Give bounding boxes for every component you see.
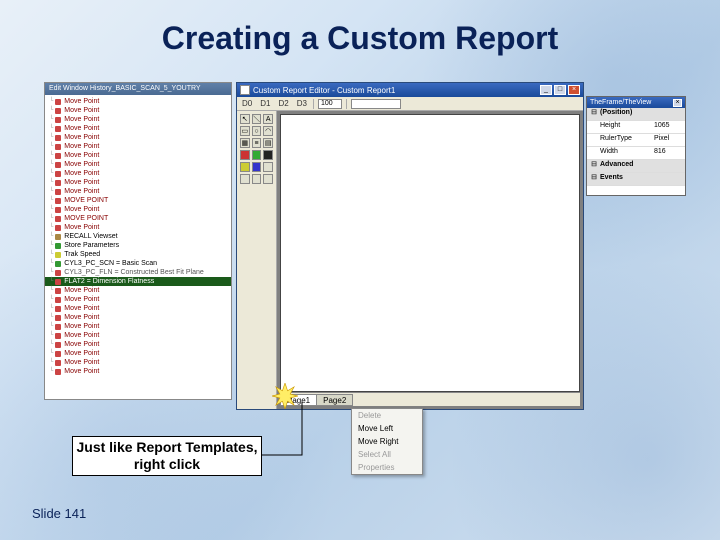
report-editor-window: Custom Report Editor - Custom Report1 _ … [236, 82, 584, 410]
tool-btn[interactable]: ▤ [263, 138, 273, 148]
tree-item[interactable]: └Move Point [45, 205, 231, 214]
props-group[interactable]: ⊟(Position) [587, 108, 685, 121]
color-btn[interactable] [263, 162, 273, 172]
toolbar-font-btn[interactable]: D0 [240, 99, 254, 108]
editor-titlebar: Custom Report Editor - Custom Report1 _ … [237, 83, 583, 97]
tool-btn[interactable] [252, 174, 262, 184]
color-blue[interactable] [252, 162, 262, 172]
toolbar-combo[interactable] [351, 99, 401, 109]
tree-item[interactable]: └Move Point [45, 160, 231, 169]
tree-item[interactable]: └MOVE POINT [45, 214, 231, 223]
tree-item[interactable]: └Move Point [45, 97, 231, 106]
properties-title: TheFrame/TheView × [587, 97, 685, 108]
tree-item[interactable]: └RECALL Viewset [45, 232, 231, 241]
tool-text-icon[interactable]: A [263, 114, 273, 124]
tree-item[interactable]: └Move Point [45, 142, 231, 151]
tree-item[interactable]: └Move Point [45, 313, 231, 322]
close-button[interactable]: × [568, 85, 580, 95]
tree-item[interactable]: └Move Point [45, 322, 231, 331]
maximize-button[interactable]: □ [554, 85, 566, 95]
highlight-starburst-icon [272, 383, 298, 409]
tree-header: Edit Window History_BASIC_SCAN_5_YOUTRY [45, 83, 231, 95]
tool-arc-icon[interactable]: ◠ [263, 126, 273, 136]
tool-line-icon[interactable]: ＼ [252, 114, 262, 124]
tool-ellipse-icon[interactable]: ○ [252, 126, 262, 136]
tree-item[interactable]: └Move Point [45, 187, 231, 196]
editor-toolbar: D0 D1 D2 D3 100 [237, 97, 583, 111]
page-tab-2[interactable]: Page2 [316, 394, 353, 406]
color-black[interactable] [263, 150, 273, 160]
tree-item[interactable]: └Move Point [45, 151, 231, 160]
page-tabs: Page1 Page2 [280, 392, 580, 406]
tree-item[interactable]: └Move Point [45, 286, 231, 295]
tree-item[interactable]: └Move Point [45, 295, 231, 304]
props-row[interactable]: Height1065 [587, 121, 685, 134]
color-green[interactable] [252, 150, 262, 160]
toolbar-btn[interactable]: D2 [276, 99, 290, 108]
tree-item[interactable]: └CYL3_PC_SCN = Basic Scan [45, 259, 231, 268]
tree-item[interactable]: └Move Point [45, 106, 231, 115]
menu-item: Properties [352, 461, 422, 474]
tree-item[interactable]: └Trak Speed [45, 250, 231, 259]
tree-item[interactable]: └FLAT2 = Dimension Flatness [45, 277, 231, 286]
tool-btn[interactable]: ▦ [240, 138, 250, 148]
tool-rect-icon[interactable]: ▭ [240, 126, 250, 136]
app-screenshot: Edit Window History_BASIC_SCAN_5_YOUTRY … [44, 82, 656, 422]
tree-item[interactable]: └Move Point [45, 133, 231, 142]
app-icon [240, 85, 250, 95]
props-row[interactable]: RulerTypePixel [587, 134, 685, 147]
editor-canvas-area: Page1 Page2 [277, 111, 583, 409]
properties-panel: TheFrame/TheView × ⊟(Position)Height1065… [586, 96, 686, 196]
menu-item[interactable]: Move Right [352, 435, 422, 448]
editor-title: Custom Report Editor - Custom Report1 [253, 86, 395, 95]
slide-title: Creating a Custom Report [162, 20, 558, 57]
tree-item[interactable]: └CYL3_PC_FLN = Constructed Best Fit Plan… [45, 268, 231, 277]
tree-item[interactable]: └MOVE POINT [45, 196, 231, 205]
toolbar-btn[interactable]: D1 [258, 99, 272, 108]
tool-btn[interactable] [240, 174, 250, 184]
color-red[interactable] [240, 150, 250, 160]
report-page[interactable] [280, 114, 580, 392]
menu-item: Delete [352, 409, 422, 422]
tree-item[interactable]: └Move Point [45, 349, 231, 358]
props-group[interactable]: ⊟Advanced [587, 160, 685, 173]
slide-number: Slide 141 [32, 506, 86, 521]
tree-panel: Edit Window History_BASIC_SCAN_5_YOUTRY … [44, 82, 232, 400]
tool-btn[interactable]: ≡ [252, 138, 262, 148]
tree-item[interactable]: └Store Parameters [45, 241, 231, 250]
tree-item[interactable]: └Move Point [45, 367, 231, 376]
menu-item: Select All [352, 448, 422, 461]
tree-item[interactable]: └Move Point [45, 304, 231, 313]
tree-item[interactable]: └Move Point [45, 124, 231, 133]
tool-select-icon[interactable]: ↖ [240, 114, 250, 124]
tree-item[interactable]: └Move Point [45, 223, 231, 232]
tree-item[interactable]: └Move Point [45, 340, 231, 349]
minimize-button[interactable]: _ [540, 85, 552, 95]
props-row[interactable]: Width816 [587, 147, 685, 160]
color-yellow[interactable] [240, 162, 250, 172]
tree-item[interactable]: └Move Point [45, 178, 231, 187]
tool-palette: ↖＼A ▭○◠ ▦≡▤ [237, 111, 277, 409]
context-menu: DeleteMove LeftMove RightSelect AllPrope… [351, 408, 423, 475]
tree-item[interactable]: └Move Point [45, 358, 231, 367]
callout-box: Just like Report Templates, right click [72, 436, 262, 476]
close-icon[interactable]: × [673, 99, 682, 107]
menu-item[interactable]: Move Left [352, 422, 422, 435]
tree-item[interactable]: └Move Point [45, 169, 231, 178]
tool-btn[interactable] [263, 174, 273, 184]
toolbar-btn[interactable]: D3 [295, 99, 309, 108]
props-group[interactable]: ⊟Events [587, 173, 685, 186]
zoom-field[interactable]: 100 [318, 99, 342, 109]
tree-item[interactable]: └Move Point [45, 115, 231, 124]
tree-item[interactable]: └Move Point [45, 331, 231, 340]
